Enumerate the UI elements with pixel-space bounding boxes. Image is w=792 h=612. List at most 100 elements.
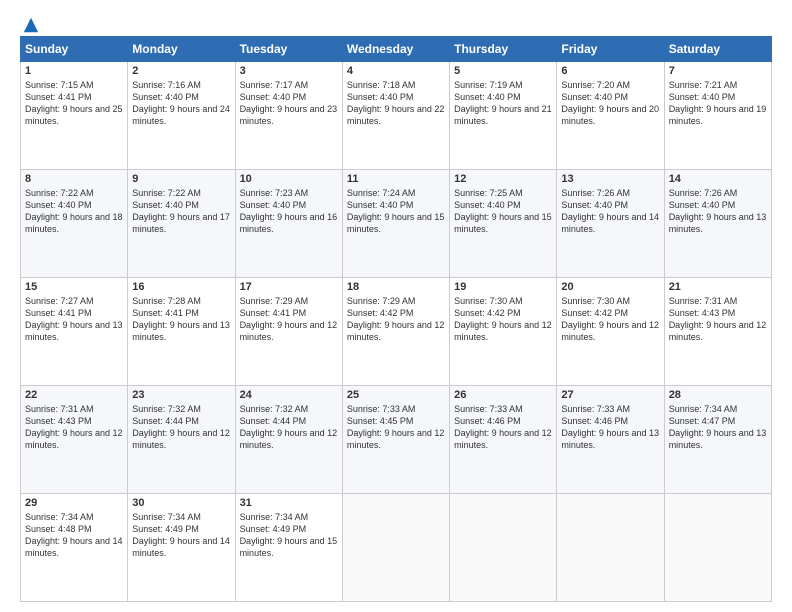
header [20, 16, 772, 30]
calendar-cell: 5 Sunrise: 7:19 AMSunset: 4:40 PMDaylight… [450, 62, 557, 170]
calendar-week-4: 22 Sunrise: 7:31 AMSunset: 4:43 PMDayligh… [21, 386, 772, 494]
cell-info: Sunrise: 7:29 AMSunset: 4:41 PMDaylight:… [240, 296, 338, 342]
day-number: 17 [240, 281, 338, 293]
calendar-cell: 22 Sunrise: 7:31 AMSunset: 4:43 PMDayligh… [21, 386, 128, 494]
cell-info: Sunrise: 7:34 AMSunset: 4:47 PMDaylight:… [669, 404, 767, 450]
day-number: 26 [454, 389, 552, 401]
day-number: 12 [454, 173, 552, 185]
day-number: 19 [454, 281, 552, 293]
calendar-cell: 17 Sunrise: 7:29 AMSunset: 4:41 PMDayligh… [235, 278, 342, 386]
calendar-cell: 24 Sunrise: 7:32 AMSunset: 4:44 PMDayligh… [235, 386, 342, 494]
cell-info: Sunrise: 7:17 AMSunset: 4:40 PMDaylight:… [240, 80, 338, 126]
cell-info: Sunrise: 7:16 AMSunset: 4:40 PMDaylight:… [132, 80, 230, 126]
calendar-cell: 10Sunrise: 7:23 AMSunset: 4:40 PMDayligh… [235, 170, 342, 278]
cell-info: Sunrise: 7:18 AMSunset: 4:40 PMDaylight:… [347, 80, 445, 126]
day-header-wednesday: Wednesday [342, 37, 449, 62]
calendar-cell [342, 494, 449, 602]
day-header-tuesday: Tuesday [235, 37, 342, 62]
cell-info: Sunrise: 7:30 AMSunset: 4:42 PMDaylight:… [561, 296, 659, 342]
day-number: 3 [240, 65, 338, 77]
cell-info: Sunrise: 7:33 AMSunset: 4:46 PMDaylight:… [561, 404, 659, 450]
calendar-cell: 23 Sunrise: 7:32 AMSunset: 4:44 PMDayligh… [128, 386, 235, 494]
day-number: 23 [132, 389, 230, 401]
day-header-saturday: Saturday [664, 37, 771, 62]
calendar-cell: 12 Sunrise: 7:25 AMSunset: 4:40 PMDayligh… [450, 170, 557, 278]
day-number: 16 [132, 281, 230, 293]
day-number: 31 [240, 497, 338, 509]
calendar-cell: 16 Sunrise: 7:28 AMSunset: 4:41 PMDayligh… [128, 278, 235, 386]
calendar-cell: 6 Sunrise: 7:20 AMSunset: 4:40 PMDaylight… [557, 62, 664, 170]
cell-info: Sunrise: 7:15 AMSunset: 4:41 PMDaylight:… [25, 80, 123, 126]
cell-info: Sunrise: 7:29 AMSunset: 4:42 PMDaylight:… [347, 296, 445, 342]
cell-info: Sunrise: 7:31 AMSunset: 4:43 PMDaylight:… [25, 404, 123, 450]
calendar-cell: 15Sunrise: 7:27 AMSunset: 4:41 PMDayligh… [21, 278, 128, 386]
logo [20, 16, 40, 30]
page: SundayMondayTuesdayWednesdayThursdayFrid… [0, 0, 792, 612]
day-number: 18 [347, 281, 445, 293]
day-number: 13 [561, 173, 659, 185]
calendar-cell: 7 Sunrise: 7:21 AMSunset: 4:40 PMDaylight… [664, 62, 771, 170]
calendar-cell: 21 Sunrise: 7:31 AMSunset: 4:43 PMDayligh… [664, 278, 771, 386]
cell-info: Sunrise: 7:23 AMSunset: 4:40 PMDaylight:… [240, 188, 338, 234]
calendar-week-2: 8Sunrise: 7:22 AMSunset: 4:40 PMDaylight… [21, 170, 772, 278]
calendar-cell: 3 Sunrise: 7:17 AMSunset: 4:40 PMDaylight… [235, 62, 342, 170]
day-number: 27 [561, 389, 659, 401]
calendar-cell: 18 Sunrise: 7:29 AMSunset: 4:42 PMDayligh… [342, 278, 449, 386]
calendar-cell: 4 Sunrise: 7:18 AMSunset: 4:40 PMDaylight… [342, 62, 449, 170]
day-number: 5 [454, 65, 552, 77]
calendar-cell: 27 Sunrise: 7:33 AMSunset: 4:46 PMDayligh… [557, 386, 664, 494]
day-number: 14 [669, 173, 767, 185]
cell-info: Sunrise: 7:19 AMSunset: 4:40 PMDaylight:… [454, 80, 552, 126]
cell-info: Sunrise: 7:20 AMSunset: 4:40 PMDaylight:… [561, 80, 659, 126]
cell-info: Sunrise: 7:32 AMSunset: 4:44 PMDaylight:… [132, 404, 230, 450]
calendar-cell: 9Sunrise: 7:22 AMSunset: 4:40 PMDaylight… [128, 170, 235, 278]
day-number: 9 [132, 173, 230, 185]
calendar-cell: 26Sunrise: 7:33 AMSunset: 4:46 PMDayligh… [450, 386, 557, 494]
calendar-week-3: 15Sunrise: 7:27 AMSunset: 4:41 PMDayligh… [21, 278, 772, 386]
day-number: 15 [25, 281, 123, 293]
calendar-week-1: 1 Sunrise: 7:15 AMSunset: 4:41 PMDaylight… [21, 62, 772, 170]
day-number: 28 [669, 389, 767, 401]
cell-info: Sunrise: 7:31 AMSunset: 4:43 PMDaylight:… [669, 296, 767, 342]
day-number: 6 [561, 65, 659, 77]
day-number: 29 [25, 497, 123, 509]
calendar-cell: 1 Sunrise: 7:15 AMSunset: 4:41 PMDaylight… [21, 62, 128, 170]
cell-info: Sunrise: 7:30 AMSunset: 4:42 PMDaylight:… [454, 296, 552, 342]
day-number: 1 [25, 65, 123, 77]
cell-info: Sunrise: 7:32 AMSunset: 4:44 PMDaylight:… [240, 404, 338, 450]
calendar-cell: 20 Sunrise: 7:30 AMSunset: 4:42 PMDayligh… [557, 278, 664, 386]
calendar-cell: 2 Sunrise: 7:16 AMSunset: 4:40 PMDaylight… [128, 62, 235, 170]
calendar-cell: 29 Sunrise: 7:34 AMSunset: 4:48 PMDayligh… [21, 494, 128, 602]
calendar-table: SundayMondayTuesdayWednesdayThursdayFrid… [20, 36, 772, 602]
calendar-cell: 19 Sunrise: 7:30 AMSunset: 4:42 PMDayligh… [450, 278, 557, 386]
cell-info: Sunrise: 7:34 AMSunset: 4:49 PMDaylight:… [132, 512, 230, 558]
cell-info: Sunrise: 7:21 AMSunset: 4:40 PMDaylight:… [669, 80, 767, 126]
cell-info: Sunrise: 7:34 AMSunset: 4:48 PMDaylight:… [25, 512, 123, 558]
day-number: 21 [669, 281, 767, 293]
day-number: 7 [669, 65, 767, 77]
calendar-cell: 8Sunrise: 7:22 AMSunset: 4:40 PMDaylight… [21, 170, 128, 278]
day-number: 4 [347, 65, 445, 77]
day-number: 2 [132, 65, 230, 77]
calendar-cell: 28 Sunrise: 7:34 AMSunset: 4:47 PMDayligh… [664, 386, 771, 494]
calendar-cell [450, 494, 557, 602]
cell-info: Sunrise: 7:28 AMSunset: 4:41 PMDaylight:… [132, 296, 230, 342]
cell-info: Sunrise: 7:25 AMSunset: 4:40 PMDaylight:… [454, 188, 552, 234]
calendar-cell: 25 Sunrise: 7:33 AMSunset: 4:45 PMDayligh… [342, 386, 449, 494]
cell-info: Sunrise: 7:22 AMSunset: 4:40 PMDaylight:… [25, 188, 123, 234]
day-number: 22 [25, 389, 123, 401]
day-number: 25 [347, 389, 445, 401]
cell-info: Sunrise: 7:33 AMSunset: 4:45 PMDaylight:… [347, 404, 445, 450]
calendar-cell: 13Sunrise: 7:26 AMSunset: 4:40 PMDayligh… [557, 170, 664, 278]
day-number: 11 [347, 173, 445, 185]
cell-info: Sunrise: 7:24 AMSunset: 4:40 PMDaylight:… [347, 188, 445, 234]
calendar-cell [664, 494, 771, 602]
day-number: 20 [561, 281, 659, 293]
logo-icon [22, 16, 40, 34]
day-header-sunday: Sunday [21, 37, 128, 62]
cell-info: Sunrise: 7:34 AMSunset: 4:49 PMDaylight:… [240, 512, 338, 558]
calendar-cell: 14Sunrise: 7:26 AMSunset: 4:40 PMDayligh… [664, 170, 771, 278]
day-number: 24 [240, 389, 338, 401]
calendar-header-row: SundayMondayTuesdayWednesdayThursdayFrid… [21, 37, 772, 62]
calendar-week-5: 29 Sunrise: 7:34 AMSunset: 4:48 PMDayligh… [21, 494, 772, 602]
